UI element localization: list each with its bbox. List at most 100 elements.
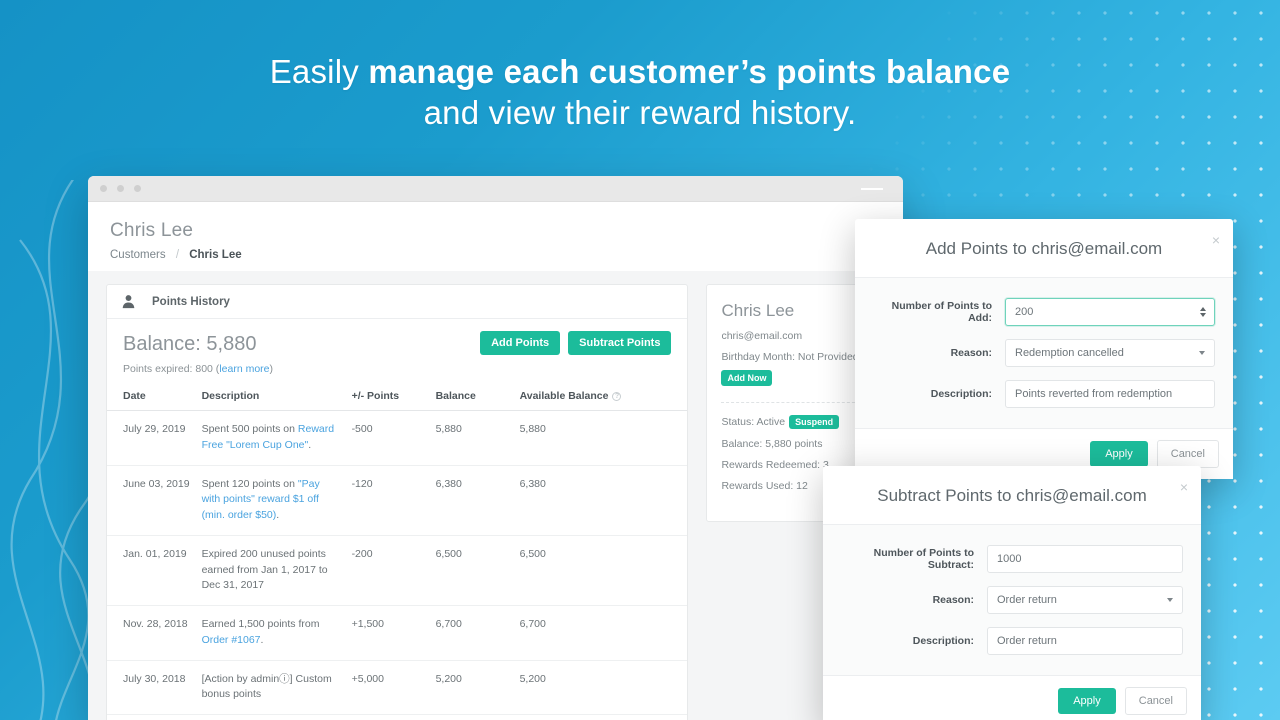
add-points-number-input[interactable]: 200 [1005, 298, 1215, 326]
add-points-reason-select[interactable]: Redemption cancelled [1005, 339, 1215, 367]
table-row: Dec. 11, 2017Spent 300 points on Reward … [107, 714, 688, 720]
cell-description: Spent 120 points on "Pay with points" re… [195, 465, 346, 536]
balance-zone: Balance: 5,880 Points expired: 800 (lear… [107, 319, 687, 375]
table-row: July 29, 2019 Spent 500 points on Reward … [107, 410, 688, 466]
subtract-points-description-input[interactable]: Order return [987, 627, 1183, 655]
add-points-modal-header: Add Points to chris@email.com × [855, 219, 1233, 278]
cell-description: Spent 300 points on Reward 30% off (min.… [195, 714, 346, 720]
points-history-label: Points History [152, 295, 230, 308]
table-body: July 29, 2019 Spent 500 points on Reward … [107, 410, 688, 720]
add-points-button[interactable]: Add Points [480, 331, 561, 356]
add-points-description-value: Points reverted from redemption [1015, 388, 1173, 400]
cell-available-balance: 5,200 [513, 660, 688, 715]
subtract-points-number-input[interactable]: 1000 [987, 545, 1183, 573]
cell-description: Earned 1,500 points from Order #1067. [195, 605, 346, 661]
subtract-points-modal: Subtract Points to chris@email.com × Num… [823, 466, 1201, 720]
cell-balance: 5,880 [429, 410, 514, 466]
description-text: Spent 500 points on [201, 423, 298, 435]
table-header-row: Date Description +/- Points Balance Avai… [107, 390, 688, 411]
add-points-description-input[interactable]: Points reverted from redemption [1005, 380, 1215, 408]
subtract-points-number-field: Number of Points to Subtract: 1000 [841, 545, 1183, 573]
subtract-points-cancel-button[interactable]: Cancel [1124, 687, 1187, 715]
headline-line1-bold: manage each customer’s points balance [368, 53, 1011, 90]
browser-window: Chris Lee Customers / Chris Lee Points H… [88, 176, 903, 720]
cell-balance: 6,700 [429, 605, 514, 661]
points-history-header: Points History [107, 285, 688, 319]
page-body: Points History Balance: 5,880 Points exp… [88, 271, 903, 720]
close-icon[interactable]: × [1180, 480, 1188, 494]
subtract-points-modal-title: Subtract Points to chris@email.com [877, 486, 1147, 505]
breadcrumb-customers[interactable]: Customers [110, 249, 166, 261]
table-row: July 30, 2018 [Action by adminⓘ] Custom b… [107, 660, 688, 715]
stepper-icon[interactable] [1200, 307, 1206, 317]
cell-description: [Action by adminⓘ] Custom bonus points [195, 660, 346, 715]
points-history-table: Date Description +/- Points Balance Avai… [107, 390, 688, 720]
cell-balance: 5,200 [429, 660, 514, 715]
customer-email: chris@email.com [721, 330, 803, 342]
suspend-button[interactable]: Suspend [789, 415, 840, 429]
add-points-modal-body: Number of Points to Add: 200 Reason: Red… [855, 278, 1233, 428]
add-points-reason-label: Reason: [950, 347, 992, 359]
cell-balance: 6,500 [429, 535, 514, 607]
subtract-points-modal-header: Subtract Points to chris@email.com × [823, 466, 1201, 525]
minimize-icon[interactable] [861, 188, 883, 190]
breadcrumb: Customers / Chris Lee [110, 249, 881, 261]
cell-available-balance: 6,500 [513, 535, 688, 607]
description-text: Earned 1,500 points from [201, 618, 320, 630]
window-dot-close[interactable] [100, 185, 107, 192]
chevron-down-icon[interactable] [1167, 598, 1173, 602]
window-dot-maximize[interactable] [134, 185, 141, 192]
add-points-modal-title: Add Points to chris@email.com [925, 239, 1163, 258]
person-icon [122, 295, 135, 309]
table-row: Jan. 01, 2019 Expired 200 unused points e… [107, 535, 688, 607]
subtract-points-number-value: 1000 [997, 553, 1022, 565]
add-now-button[interactable]: Add Now [721, 370, 773, 386]
subtract-points-reason-select[interactable]: Order return [987, 586, 1183, 614]
description-text: [Action by adminⓘ] Custom bonus points [201, 672, 332, 701]
description-text: Spent 120 points on [201, 477, 298, 490]
customer-name: Chris Lee [721, 301, 795, 320]
chevron-down-icon[interactable] [1199, 351, 1205, 355]
add-points-number-label: Number of Points to Add: [891, 300, 992, 324]
table-row: June 03, 2019 Spent 120 points on "Pay wi… [107, 465, 688, 536]
headline-line1-plain: Easily [269, 53, 369, 90]
cell-available-balance: 6,700 [513, 605, 688, 661]
subtract-points-modal-footer: Apply Cancel [823, 675, 1201, 720]
description-link[interactable]: Order #1067 [202, 634, 261, 646]
add-points-modal: Add Points to chris@email.com × Number o… [855, 219, 1233, 479]
add-points-description-label: Description: [930, 388, 992, 400]
cell-description: Spent 500 points on Reward Free "Lorem C… [195, 410, 346, 466]
cell-available-balance: 200 [513, 714, 688, 720]
close-icon[interactable]: × [1212, 233, 1220, 247]
help-icon[interactable]: ? [612, 391, 622, 401]
cell-points: +1,500 [345, 605, 430, 661]
learn-more-link[interactable]: learn more [219, 363, 269, 375]
column-header-available-balance: Available Balance? [513, 390, 688, 411]
table-row: Nov. 28, 2018 Earned 1,500 points from Or… [107, 605, 688, 661]
points-expired-suffix: ) [269, 363, 274, 375]
cell-date: July 29, 2019 [107, 410, 196, 466]
column-header-date: Date [107, 390, 196, 411]
cell-points: -200 [345, 535, 430, 607]
add-points-description-field: Description: Points reverted from redemp… [873, 380, 1215, 408]
customer-status-label: Status: Active [721, 415, 786, 428]
window-dot-minimize[interactable] [117, 185, 124, 192]
subtract-points-button[interactable]: Subtract Points [568, 331, 672, 356]
points-expired-text: Points expired: 800 ( [123, 363, 220, 375]
column-header-balance: Balance [429, 390, 514, 411]
subtract-points-apply-button[interactable]: Apply [1058, 688, 1116, 714]
cell-date: Nov. 28, 2018 [107, 605, 196, 661]
subtract-points-reason-label: Reason: [932, 594, 974, 606]
cell-description: Expired 200 unused points earned from Ja… [195, 535, 346, 607]
customer-status: Status: Active Suspend [721, 415, 870, 429]
customer-balance: Balance: 5,880 points [721, 438, 823, 450]
page-title: Chris Lee [110, 220, 194, 241]
cell-balance: 6,380 [429, 465, 514, 536]
add-points-apply-button[interactable]: Apply [1090, 441, 1148, 467]
cell-points: +5,000 [345, 660, 430, 715]
add-points-reason-value: Redemption cancelled [1015, 347, 1124, 359]
add-points-cancel-button[interactable]: Cancel [1156, 440, 1219, 468]
cell-date: July 30, 2018 [107, 660, 196, 715]
cell-date: Dec. 11, 2017 [107, 714, 196, 720]
description-suffix: . [276, 509, 280, 521]
